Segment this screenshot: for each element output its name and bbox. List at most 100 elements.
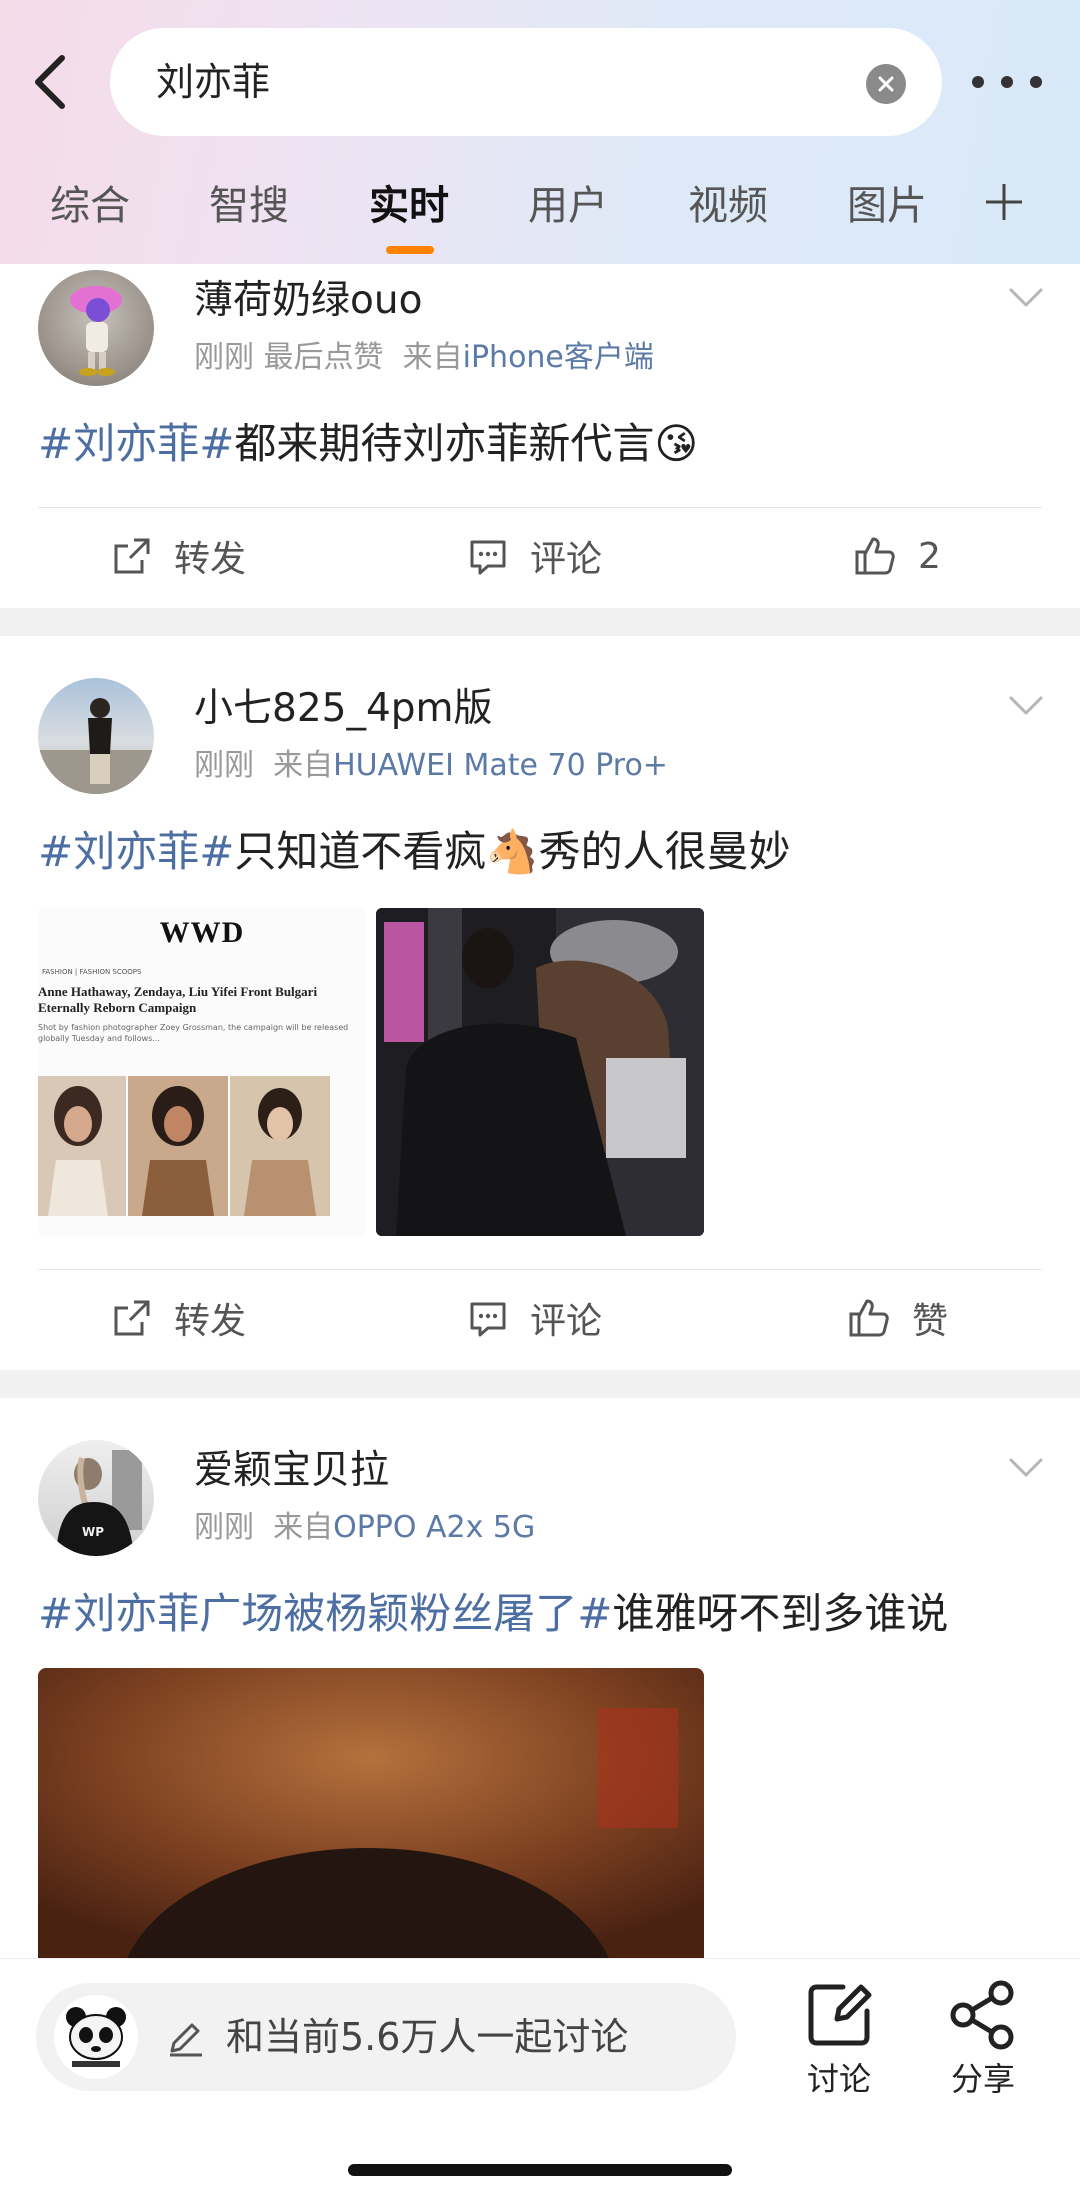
share-icon bbox=[950, 1980, 1014, 2050]
back-button[interactable] bbox=[24, 50, 80, 114]
home-indicator[interactable] bbox=[348, 2164, 732, 2176]
search-tabs: 综合 智搜 实时 用户 视频 图片 bbox=[0, 176, 1080, 256]
more-dot-icon bbox=[972, 76, 984, 88]
share-button[interactable]: 分享 bbox=[928, 1975, 1038, 2105]
repost-button[interactable]: 转发 bbox=[112, 528, 246, 584]
divider bbox=[38, 1269, 1042, 1270]
avatar[interactable] bbox=[38, 270, 154, 386]
photo-content bbox=[376, 908, 704, 1236]
avatar-image bbox=[70, 286, 122, 376]
active-tab-indicator bbox=[386, 246, 434, 254]
post-image-article[interactable]: WWD FASHION | FASHION SCOOPS Anne Hathaw… bbox=[38, 908, 366, 1236]
post-body: 都来期待刘亦菲新代言😘 bbox=[234, 419, 699, 468]
my-avatar[interactable] bbox=[54, 1995, 138, 2079]
repost-icon bbox=[114, 538, 150, 574]
thumbs-up-icon bbox=[855, 537, 895, 575]
avatar-image: WP bbox=[56, 1450, 142, 1556]
like-count: 2 bbox=[918, 535, 941, 577]
search-input[interactable]: 刘亦菲 bbox=[110, 28, 942, 136]
edit-square-icon bbox=[808, 1984, 872, 2046]
source-prefix: 来自 bbox=[402, 340, 463, 375]
tab-comprehensive[interactable]: 综合 bbox=[50, 176, 130, 236]
photo-content bbox=[38, 1668, 704, 1968]
avatar[interactable]: WP bbox=[38, 1440, 154, 1556]
post-source[interactable]: HUAWEI Mate 70 Pro+ bbox=[333, 748, 668, 783]
post-meta: 刚刚 来自OPPO A2x 5G bbox=[194, 1508, 535, 1548]
article-kicker: FASHION | FASHION SCOOPS bbox=[42, 968, 142, 976]
comment-label: 评论 bbox=[530, 539, 603, 580]
more-options-button[interactable] bbox=[972, 64, 1042, 100]
close-icon bbox=[878, 76, 894, 92]
discuss-label: 讨论 bbox=[806, 2060, 871, 2098]
article-dek: Shot by fashion photographer Zoey Grossm… bbox=[38, 1023, 349, 1043]
share-label: 分享 bbox=[950, 2060, 1015, 2098]
post-source[interactable]: OPPO A2x 5G bbox=[333, 1510, 535, 1545]
post-separator bbox=[0, 608, 1080, 636]
back-arrow-icon bbox=[35, 55, 65, 109]
like-button[interactable]: 2 bbox=[854, 528, 941, 584]
article-headline: Anne Hathaway, Zendaya, Liu Yifei Front … bbox=[38, 984, 318, 1015]
pencil-icon bbox=[170, 2023, 202, 2057]
post-image-photo[interactable] bbox=[376, 908, 704, 1236]
source-prefix: 来自 bbox=[273, 748, 334, 783]
username[interactable]: 小七825_4pm版 bbox=[194, 684, 493, 734]
svg-text:WP: WP bbox=[82, 1525, 104, 1539]
wwd-logo: WWD bbox=[159, 916, 245, 949]
username[interactable]: 爱颖宝贝拉 bbox=[194, 1446, 389, 1496]
post-separator bbox=[0, 1370, 1080, 1398]
repost-label: 转发 bbox=[174, 1301, 247, 1342]
tab-images[interactable]: 图片 bbox=[847, 176, 927, 236]
more-dot-icon bbox=[1001, 76, 1013, 88]
post-content: #刘亦菲#都来期待刘亦菲新代言😘 bbox=[38, 416, 698, 472]
post-body: 只知道不看疯🐴秀的人很曼妙 bbox=[234, 827, 791, 876]
like-label: 赞 bbox=[912, 1301, 949, 1342]
post-time: 刚刚 bbox=[194, 1510, 254, 1545]
post-time: 刚刚 bbox=[194, 340, 254, 375]
comment-icon bbox=[470, 1302, 506, 1337]
post-content: #刘亦菲#只知道不看疯🐴秀的人很曼妙 bbox=[38, 824, 791, 880]
feed-post[interactable]: 薄荷奶绿ouo 刚刚 最后点赞 来自iPhone客户端 #刘亦菲#都来期待刘亦菲… bbox=[0, 264, 1080, 608]
like-button[interactable]: 赞 bbox=[848, 1290, 948, 1346]
post-source[interactable]: iPhone客户端 bbox=[463, 340, 654, 375]
topic-link[interactable]: #刘亦菲# bbox=[38, 419, 234, 468]
panda-avatar-icon bbox=[54, 1995, 138, 2079]
tab-realtime[interactable]: 实时 bbox=[369, 176, 449, 236]
chevron-down-icon[interactable] bbox=[1008, 694, 1044, 718]
comment-button[interactable]: 评论 bbox=[468, 528, 602, 584]
repost-button[interactable]: 转发 bbox=[112, 1290, 246, 1346]
repost-icon bbox=[114, 1300, 150, 1336]
compose-input[interactable]: 和当前5.6万人一起讨论 bbox=[36, 1983, 736, 2091]
thumbs-up-icon bbox=[849, 1299, 889, 1337]
topic-link[interactable]: #刘亦菲广场被杨颖粉丝屠了# bbox=[38, 1589, 612, 1638]
post-time: 刚刚 bbox=[194, 748, 254, 783]
search-query: 刘亦菲 bbox=[156, 60, 271, 104]
post-body: 谁雅呀不到多谁说 bbox=[612, 1589, 949, 1638]
chevron-down-icon[interactable] bbox=[1008, 286, 1044, 310]
search-header: 刘亦菲 综合 智搜 实时 用户 视频 图片 bbox=[0, 0, 1080, 264]
post-image-photo[interactable] bbox=[38, 1668, 704, 1968]
add-tab-icon[interactable] bbox=[984, 182, 1024, 222]
discuss-button[interactable]: 讨论 bbox=[784, 1975, 894, 2105]
repost-label: 转发 bbox=[174, 539, 247, 580]
chevron-down-icon[interactable] bbox=[1008, 1456, 1044, 1480]
campaign-photos bbox=[38, 1076, 330, 1216]
comment-button[interactable]: 评论 bbox=[468, 1290, 602, 1346]
clear-search-button[interactable] bbox=[866, 64, 906, 104]
feed-post[interactable]: WP 爱颖宝贝拉 刚刚 来自OPPO A2x 5G #刘亦菲广场被杨颖粉丝屠了#… bbox=[0, 1398, 1080, 1968]
tab-smart-search[interactable]: 智搜 bbox=[209, 176, 289, 236]
avatar-image bbox=[38, 698, 154, 794]
post-meta: 刚刚 来自HUAWEI Mate 70 Pro+ bbox=[194, 746, 668, 786]
compose-placeholder: 和当前5.6万人一起讨论 bbox=[226, 2015, 629, 2059]
post-meta: 刚刚 最后点赞 来自iPhone客户端 bbox=[194, 338, 654, 378]
feed-post[interactable]: 小七825_4pm版 刚刚 来自HUAWEI Mate 70 Pro+ #刘亦菲… bbox=[0, 636, 1080, 1398]
comment-icon bbox=[470, 540, 506, 575]
avatar[interactable] bbox=[38, 678, 154, 794]
source-prefix: 来自 bbox=[273, 1510, 334, 1545]
comment-label: 评论 bbox=[530, 1301, 603, 1342]
topic-link[interactable]: #刘亦菲# bbox=[38, 827, 234, 876]
more-dot-icon bbox=[1030, 76, 1042, 88]
username[interactable]: 薄荷奶绿ouo bbox=[194, 276, 422, 326]
tab-users[interactable]: 用户 bbox=[528, 176, 608, 236]
tab-videos[interactable]: 视频 bbox=[688, 176, 768, 236]
post-content: #刘亦菲广场被杨颖粉丝屠了#谁雅呀不到多谁说 bbox=[38, 1586, 948, 1642]
